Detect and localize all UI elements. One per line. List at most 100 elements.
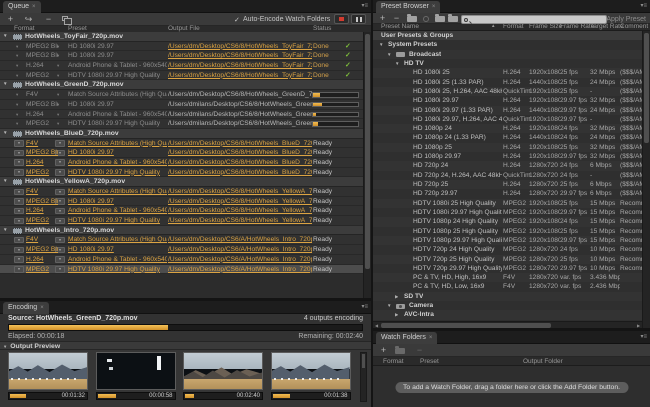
format-dropdown-icon[interactable]: ▾	[16, 61, 24, 70]
preset-row[interactable]: HD 720p 24 H.264 1280x720 24 fps 6 Mbps ($$$/…	[373, 161, 642, 171]
queue-group-header[interactable]: ▾ HotWheels_BlueD_720p.mov	[0, 128, 363, 139]
queue-output-file[interactable]: /Users/dm/Desktop/CS6/8/HotWheels_GreenD…	[168, 90, 312, 99]
queue-format[interactable]: MPEG2 Blu...	[26, 148, 58, 157]
queue-output-file[interactable]: /Users/dm/Desktop/CS6/8/HotWheels_Yellow…	[168, 216, 312, 225]
watch-folder-icon[interactable]	[395, 346, 405, 354]
preset-name[interactable]: HDTV 1080p 29.97 High Quality	[413, 236, 502, 245]
preset-hscrollbar[interactable]: ◀ ▶	[373, 321, 642, 328]
panel-menu-icon[interactable]: ▾≡	[640, 334, 647, 341]
queue-output-file[interactable]: /Users/dm/Desktop/CS6/8/HotWheels_BlueD_…	[168, 168, 312, 177]
queue-row[interactable]: ▾ ▾ MPEG2 HDTV 1080i 29.97 High Quality/Use…	[0, 70, 363, 81]
preset-name[interactable]: HDTV 720p 29.97 High Quality	[413, 264, 502, 273]
format-dropdown[interactable]: ▾	[14, 169, 24, 176]
queue-output-file[interactable]: /Users/dm/Desktop/CS6/8/HotWheels_ToyFai…	[168, 51, 312, 60]
preset-name[interactable]: HD 720p 25	[413, 180, 502, 189]
format-dropdown[interactable]: ▾	[14, 207, 24, 215]
panel-menu-icon[interactable]: ▾≡	[361, 3, 368, 10]
duplicate-button[interactable]	[62, 16, 72, 25]
format-dropdown-icon[interactable]: ▾	[16, 119, 24, 128]
preset-name[interactable]: HDTV 1080p 24 High Quality	[413, 217, 502, 226]
add-output-button[interactable]: ↪	[22, 14, 35, 25]
queue-output-file[interactable]: /Users/dm/Desktop/CS6/8/HotWheels_BlueD_…	[168, 148, 312, 157]
queue-format[interactable]: MPEG2 Blu...	[26, 197, 58, 206]
preset-row[interactable]: HD 1080i 25, H.264, AAC 48kHzQuickTime19…	[373, 86, 642, 97]
preset-row[interactable]: HD 720p 29.97 H.264 1280x720 29.97 fps 6 Mbp…	[373, 189, 642, 199]
queue-format[interactable]: H.264	[26, 206, 58, 215]
watch-folders-dropzone[interactable]: To add a Watch Folder, drag a folder her…	[373, 366, 650, 407]
col-preset[interactable]: Preset	[68, 25, 87, 32]
disclosure-icon[interactable]: ▾	[4, 32, 7, 42]
preset-row[interactable]: HD 1080i 29.97 (1.33 PAR) H.264 1440x1080 2…	[373, 105, 642, 115]
preset-hscrollbar-thumb[interactable]	[381, 323, 551, 328]
queue-row[interactable]: ▾ ▾ H.264 Android Phone & Tablet - 960x540 …	[0, 61, 363, 71]
format-dropdown[interactable]: ▾	[14, 246, 24, 254]
queue-format[interactable]: MPEG2	[26, 265, 58, 274]
tab-encoding[interactable]: Encoding ×	[3, 302, 49, 314]
format-dropdown-icon[interactable]: ▾	[16, 100, 24, 109]
preset-dropdown-icon[interactable]: ▾	[57, 51, 65, 60]
disclosure-icon[interactable]: ▶	[395, 292, 398, 301]
queue-output-file[interactable]: /Users/dm/Desktop/CS6/8/HotWheels_BlueD_…	[168, 158, 312, 167]
preset-dropdown-icon[interactable]: ▾	[57, 90, 65, 99]
format-dropdown-icon[interactable]: ▾	[16, 90, 24, 99]
preset-row[interactable]: HD 1080i 29.97, H.264, AAC 48kHzQuickTim…	[373, 114, 642, 125]
queue-output-file[interactable]: /Users/dmilans/Desktop/CS6/8/HotWheels_G…	[168, 110, 312, 119]
queue-format[interactable]: MPEG2	[26, 168, 58, 177]
preset-row[interactable]: HDTV 1080i 25 High Quality MPEG2 1920x1080…	[373, 198, 642, 208]
tab-queue[interactable]: Queue ×	[3, 1, 41, 13]
preset-name[interactable]: HD 720p 24	[413, 161, 502, 170]
format-dropdown[interactable]: ▾	[14, 236, 24, 244]
format-dropdown[interactable]: ▾	[14, 198, 24, 205]
preset-name[interactable]: HD 1080i 29.97	[413, 96, 502, 105]
queue-preset[interactable]: Match Source Attributes (High Quality)	[68, 187, 167, 196]
queue-row[interactable]: ▾▾MPEG2 Blu...HD 1080i 29.97/Users/dm/De…	[0, 245, 363, 255]
queue-row[interactable]: ▾▾MPEG2 Blu...HD 1080i 29.97/Users/dm/De…	[0, 41, 363, 52]
queue-preset[interactable]: Match Source Attributes (High Quality)	[68, 139, 167, 148]
preset-name[interactable]: HD 1080p 24	[413, 124, 502, 133]
queue-row[interactable]: ▾ ▾ H.264 Android Phone & Tablet - 960x540 …	[0, 254, 363, 265]
preset-row[interactable]: ▶ AVC-Intra	[373, 310, 642, 320]
close-icon[interactable]: ×	[432, 4, 436, 10]
preset-row[interactable]: ▼ System Presets	[373, 40, 642, 50]
format-dropdown[interactable]: ▾	[14, 140, 24, 147]
queue-row[interactable]: ▾▾F4VMatch Source Attributes (High Quali…	[0, 90, 363, 100]
preset-name[interactable]: HD 1080p 29.97	[413, 152, 502, 161]
col-format[interactable]: Format	[14, 25, 35, 32]
preset-name[interactable]: HDTV 720p 24 High Quality	[413, 245, 502, 254]
col-wf-preset[interactable]: Preset	[420, 358, 439, 365]
preset-scrollbar-thumb[interactable]	[644, 33, 649, 143]
col-preset-name[interactable]: Preset Name	[381, 23, 419, 30]
stop-queue-button[interactable]	[334, 14, 349, 24]
sort-asc-icon[interactable]: ▲	[491, 23, 495, 28]
col-output-file[interactable]: Output File	[168, 25, 200, 32]
format-dropdown[interactable]: ▾	[14, 149, 24, 157]
disclosure-icon[interactable]: ▼	[379, 40, 383, 49]
preset-name[interactable]: HD 1080i 25 (1.33 PAR)	[413, 78, 502, 87]
queue-preset[interactable]: Android Phone & Tablet - 960x540 29.97	[68, 255, 167, 264]
import-preset-icon[interactable]	[435, 14, 445, 22]
preset-row[interactable]: ▼ Broadcast	[373, 49, 642, 59]
preset-row[interactable]: HDTV 720p 25 High Quality MPEG2 1280x720 25…	[373, 254, 642, 264]
queue-format[interactable]: H.264	[26, 255, 58, 264]
queue-row[interactable]: ▾▾F4VMatch Source Attributes (High Quali…	[0, 138, 363, 149]
preset-name[interactable]: HD 720p 24, H.264, AAC 48kHz	[413, 171, 502, 180]
queue-row[interactable]: ▾▾F4VMatch Source Attributes (High Quali…	[0, 235, 363, 246]
disclosure-icon[interactable]: ▼	[395, 59, 399, 68]
preset-name[interactable]: HD 1080i 25	[413, 68, 502, 77]
queue-format[interactable]: F4V	[26, 139, 58, 148]
preset-row[interactable]: ▶ SD TV	[373, 291, 642, 302]
queue-output-file[interactable]: /Users/dm/Desktop/CS6/8/HotWheels_Yellow…	[168, 206, 312, 215]
tab-watch-folders[interactable]: Watch Folders ×	[376, 332, 438, 344]
queue-output-file[interactable]: /Users/dm/Desktop/CS6/8/HotWheels_ToyFai…	[168, 61, 312, 70]
close-icon[interactable]: ×	[429, 335, 433, 341]
col-pb-format[interactable]: Format	[503, 23, 524, 30]
queue-output-file[interactable]: /Users/dm/Desktop/CS6/8/HotWheels_BlueD_…	[168, 139, 312, 148]
queue-output-file[interactable]: /Users/dm/Desktop/CS6/A/HotWheels_Intro_…	[168, 255, 312, 264]
disclosure-icon[interactable]: ▼	[387, 50, 391, 59]
tab-preset-browser[interactable]: Preset Browser ×	[376, 1, 441, 13]
queue-row[interactable]: ▾ ▾MPEG2 Blu... HD 1080i 29.97/Users/dmila…	[0, 99, 363, 110]
format-dropdown[interactable]: ▾	[14, 266, 24, 273]
queue-row[interactable]: ▾ ▾ H.264 Android Phone & Tablet - 960x540 …	[0, 206, 363, 217]
queue-preset[interactable]: HDTV 1080i 29.97 High Quality	[68, 168, 167, 177]
queue-preset[interactable]: HDTV 1080i 29.97 High Quality	[68, 265, 167, 274]
